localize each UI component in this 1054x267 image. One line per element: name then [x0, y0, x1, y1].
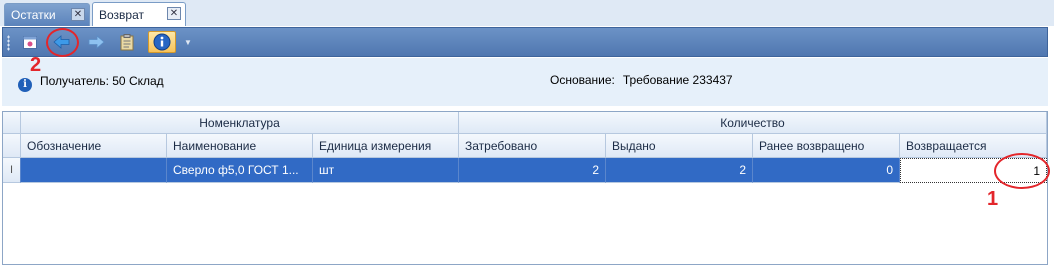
band-header-row: Номенклатура Количество [3, 112, 1047, 134]
tab-label: Остатки [11, 8, 56, 22]
annotation-number-1: 1 [987, 188, 999, 210]
close-icon[interactable]: ✕ [167, 7, 181, 20]
cell-unit[interactable]: шт [313, 158, 459, 183]
close-icon[interactable]: ✕ [71, 8, 85, 21]
clipboard-icon[interactable] [116, 31, 138, 53]
tab-strip: Остатки ✕ Возврат ✕ [0, 0, 1054, 26]
reason-field: Основание: Требование 233437 [550, 73, 733, 87]
cell-designation[interactable] [21, 158, 167, 183]
calendar-icon[interactable] [19, 31, 41, 53]
tab-vozvrat[interactable]: Возврат ✕ [92, 2, 186, 26]
annotation-number-2: 2 [30, 54, 42, 76]
cell-returned-before[interactable]: 0 [753, 158, 900, 183]
column-header-unit[interactable]: Единица измерения [313, 134, 459, 158]
return-grid: Номенклатура Количество Обозначение Наим… [2, 111, 1048, 265]
recipient-label: Получатель: 50 Склад [40, 74, 164, 88]
info-icon: i [18, 78, 32, 92]
cell-name[interactable]: Сверло ф5,0 ГОСТ 1... [167, 158, 313, 183]
column-header-designation[interactable]: Обозначение [21, 134, 167, 158]
cell-issued[interactable]: 2 [606, 158, 753, 183]
header-indicator [3, 134, 21, 158]
toolbar-grip[interactable] [7, 35, 10, 51]
annotation-circle-returning [994, 153, 1050, 189]
toolbar: ▼ [2, 27, 1048, 57]
tab-label: Возврат [99, 7, 144, 22]
band-indicator [3, 112, 21, 134]
tab-ostatki[interactable]: Остатки ✕ [4, 3, 90, 26]
column-header-name[interactable]: Наименование [167, 134, 313, 158]
info-button[interactable] [148, 31, 176, 53]
annotation-circle-back [46, 28, 79, 57]
column-header-returned-before[interactable]: Ранее возвращено [753, 134, 900, 158]
reason-label: Основание: [550, 73, 615, 87]
column-header-row: Обозначение Наименование Единица измерен… [3, 134, 1047, 158]
column-header-issued[interactable]: Выдано [606, 134, 753, 158]
table-row[interactable]: I Сверло ф5,0 ГОСТ 1... шт 2 2 0 1 [3, 158, 1047, 183]
forward-arrow-icon[interactable] [85, 31, 107, 53]
document-header: i Получатель: 50 Склад Основание: Требова… [2, 58, 1048, 106]
band-nomenclature[interactable]: Номенклатура [21, 112, 459, 134]
reason-value: Требование 233437 [622, 73, 733, 87]
row-indicator: I [3, 158, 21, 183]
chevron-down-icon[interactable]: ▼ [184, 38, 192, 47]
cell-requested[interactable]: 2 [459, 158, 606, 183]
column-header-requested[interactable]: Затребовано [459, 134, 606, 158]
info-icon [153, 33, 171, 51]
band-quantity[interactable]: Количество [459, 112, 1047, 134]
